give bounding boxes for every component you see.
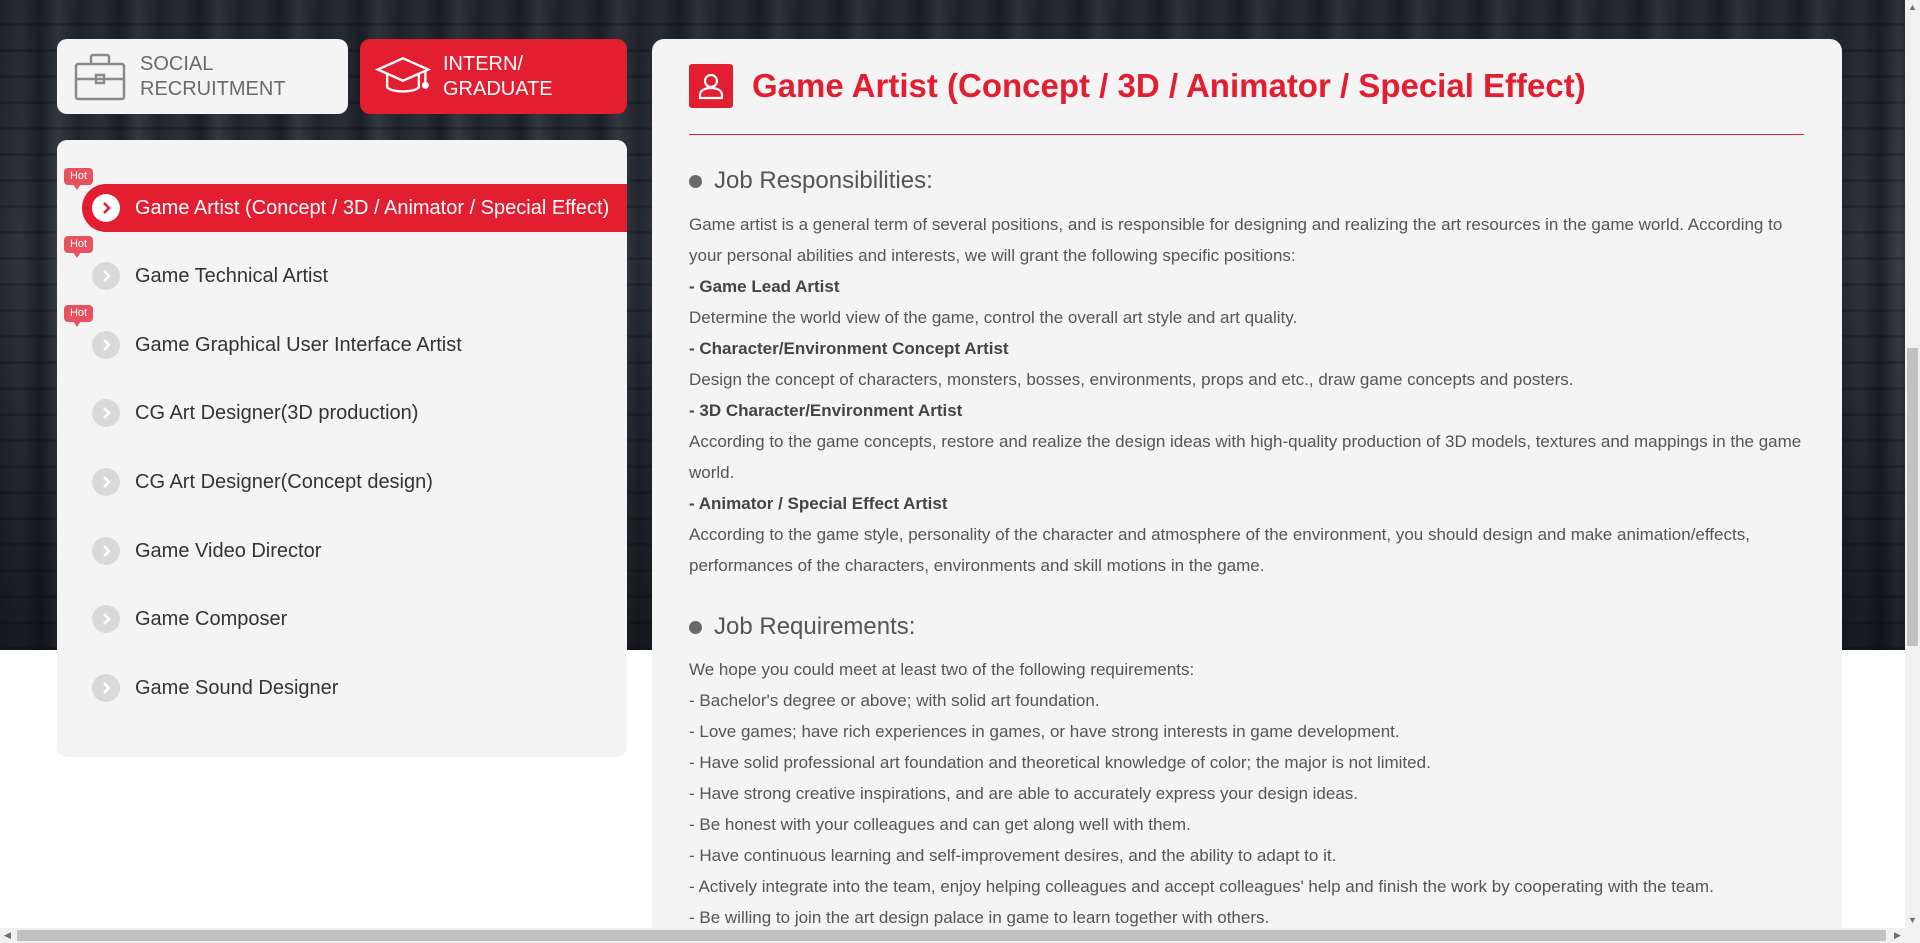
job-item-video-director[interactable]: Game Video Director [82,527,627,575]
job-label: Game Artist (Concept / 3D / Animator / S… [135,196,610,219]
job-label: Game Composer [135,607,288,630]
job-detail-panel: Game Artist (Concept / 3D / Animator / S… [652,39,1842,943]
job-label: CG Art Designer(Concept design) [135,470,433,493]
briefcase-icon [72,49,128,105]
requirements-heading: Job Requirements: [689,613,915,641]
chevron-right-icon [92,262,120,290]
person-badge-icon [689,64,733,108]
job-label: CG Art Designer(3D production) [135,401,419,424]
job-item-composer[interactable]: Game Composer [82,595,627,643]
role-title: - Animator / Special Effect Artist [689,494,948,513]
scroll-left-arrow-icon[interactable]: ◀ [0,928,15,943]
tab-social-line1: SOCIAL [140,52,214,75]
requirement-item: - Actively integrate into the team, enjo… [689,877,1714,896]
job-item-game-artist[interactable]: Game Artist (Concept / 3D / Animator / S… [82,184,627,232]
job-label: Game Graphical User Interface Artist [135,333,462,356]
job-item-gui-artist[interactable]: Game Graphical User Interface Artist [82,321,627,369]
requirement-item: - Have strong creative inspirations, and… [689,784,1359,803]
scroll-up-arrow-icon[interactable]: ▲ [1905,0,1920,15]
bullet-dot-icon [689,620,702,634]
job-item-technical-artist[interactable]: Game Technical Artist [82,252,627,300]
requirement-item: - Have solid professional art foundation… [689,753,1431,772]
job-label: Game Sound Designer [135,676,339,699]
tab-social-recruitment[interactable]: SOCIAL RECRUITMENT [57,39,348,114]
requirements-body: We hope you could meet at least two of t… [689,654,1814,933]
chevron-right-icon [92,605,120,633]
hot-badge: Hot [64,305,93,327]
title-divider [689,134,1804,135]
chevron-right-icon [92,331,120,359]
job-title: Game Artist (Concept / 3D / Animator / S… [752,67,1586,104]
role-title: - 3D Character/Environment Artist [689,401,963,420]
job-list-sidebar: Hot Game Artist (Concept / 3D / Animator… [57,140,627,757]
job-item-cg-3d[interactable]: CG Art Designer(3D production) [82,389,627,437]
job-item-cg-concept[interactable]: CG Art Designer(Concept design) [82,458,627,506]
responsibilities-heading-text: Job Responsibilities: [714,167,933,194]
chevron-right-icon [92,194,120,222]
chevron-right-icon [92,674,120,702]
job-label: Game Video Director [135,539,322,562]
requirement-item: - Have continuous learning and self-impr… [689,846,1337,865]
vertical-scrollbar-thumb[interactable] [1907,348,1918,646]
role-desc: According to the game style, personality… [689,525,1750,575]
scroll-right-arrow-icon[interactable]: ▶ [1890,928,1905,943]
tab-social-line2: RECRUITMENT [140,77,286,100]
chevron-right-icon [92,537,120,565]
requirements-intro: We hope you could meet at least two of t… [689,660,1195,679]
role-desc: According to the game concepts, restore … [689,432,1802,482]
chevron-right-icon [92,399,120,427]
horizontal-scrollbar-thumb[interactable] [17,930,1886,941]
responsibilities-intro: Game artist is a general term of several… [689,215,1783,265]
role-title: - Game Lead Artist [689,277,840,296]
tab-intern-graduate[interactable]: INTERN/ GRADUATE [360,39,627,114]
hot-badge: Hot [64,168,93,190]
role-desc: Design the concept of characters, monste… [689,370,1574,389]
responsibilities-heading: Job Responsibilities: [689,167,933,195]
scroll-down-arrow-icon[interactable]: ▼ [1905,913,1920,928]
chevron-right-icon [92,468,120,496]
requirements-heading-text: Job Requirements: [714,613,916,640]
requirement-item: - Be honest with your colleagues and can… [689,815,1191,834]
requirement-item: - Bachelor's degree or above; with solid… [689,691,1100,710]
job-label: Game Technical Artist [135,264,329,287]
job-item-sound-designer[interactable]: Game Sound Designer [82,664,627,712]
requirement-item: - Love games; have rich experiences in g… [689,722,1400,741]
tab-intern-line1: INTERN/ [443,52,523,75]
responsibilities-body: Game artist is a general term of several… [689,209,1814,581]
bullet-dot-icon [689,174,702,188]
graduation-cap-icon [375,49,431,105]
tab-intern-line2: GRADUATE [443,77,553,100]
role-title: - Character/Environment Concept Artist [689,339,1009,358]
role-desc: Determine the world view of the game, co… [689,308,1298,327]
hot-badge: Hot [64,236,93,258]
